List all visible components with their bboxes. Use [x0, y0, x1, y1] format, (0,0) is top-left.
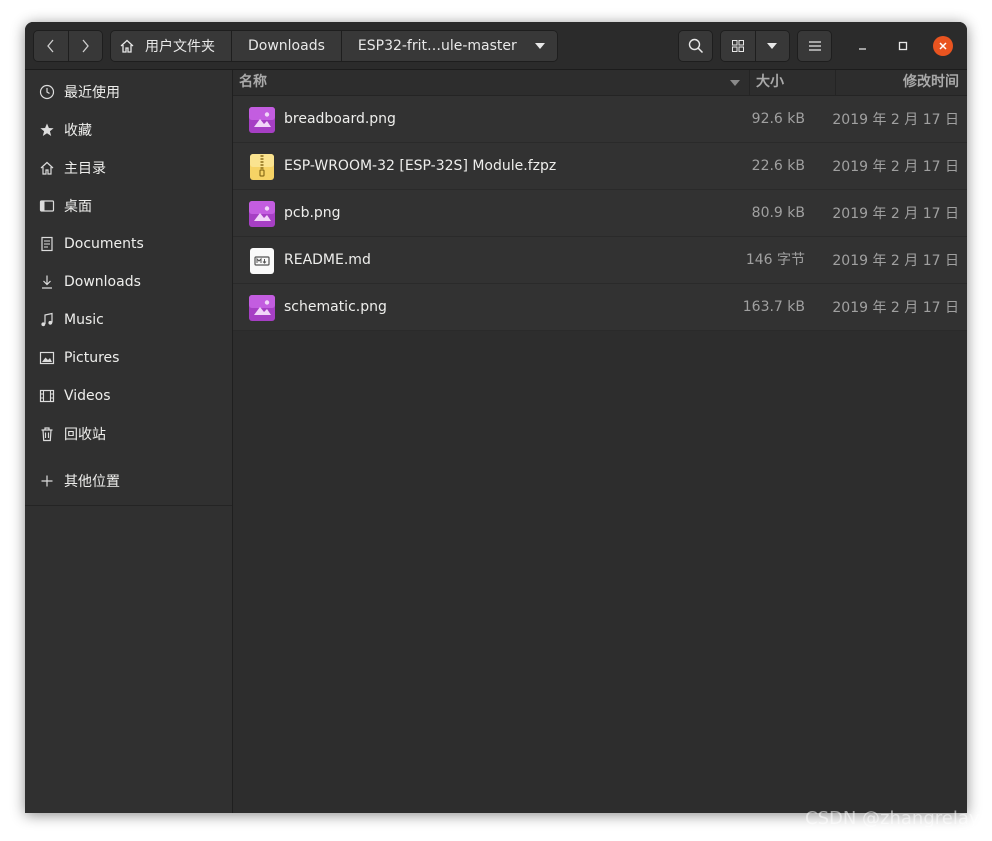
search-button[interactable]	[678, 30, 713, 62]
crumb-home-label: 用户文件夹	[145, 39, 215, 55]
grid-icon	[731, 40, 744, 52]
column-divider	[749, 70, 750, 95]
sidebar: 最近使用 收藏 主目录 桌面 Documents Downloads Music	[25, 70, 233, 813]
sidebar-item-pictures[interactable]: Pictures	[25, 339, 232, 377]
sidebar-divider	[25, 505, 232, 506]
file-modified: 2019 年 2 月 17 日	[832, 253, 959, 269]
file-name: README.md	[284, 252, 371, 268]
plus-icon	[39, 473, 55, 489]
crumb-current-folder[interactable]: ESP32-frit…ule-master	[340, 31, 557, 61]
star-icon	[39, 122, 55, 138]
file-name: pcb.png	[284, 205, 341, 221]
image-file-icon	[249, 295, 275, 321]
file-manager-window: 用户文件夹 Downloads ESP32-frit…ule-master 最近…	[25, 22, 967, 813]
crumb-current-label: ESP32-frit…ule-master	[357, 38, 517, 54]
image-file-icon	[249, 201, 275, 227]
file-modified: 2019 年 2 月 17 日	[832, 206, 959, 222]
markdown-file-icon	[250, 248, 274, 274]
navigation-buttons	[33, 30, 103, 62]
clock-icon	[39, 84, 55, 100]
file-modified: 2019 年 2 月 17 日	[832, 112, 959, 128]
sidebar-item-recent[interactable]: 最近使用	[25, 73, 232, 111]
download-icon	[39, 274, 55, 290]
crumb-home[interactable]: 用户文件夹	[111, 31, 231, 61]
column-header-size[interactable]: 大小	[756, 70, 784, 95]
sidebar-item-label: 主目录	[64, 161, 106, 177]
minimize-button[interactable]	[853, 36, 873, 56]
header-bar: 用户文件夹 Downloads ESP32-frit…ule-master	[25, 22, 967, 70]
column-header-modified[interactable]: 修改时间	[903, 70, 959, 95]
sidebar-item-label: Music	[64, 312, 104, 328]
home-icon	[120, 39, 134, 53]
file-size: 80.9 kB	[751, 205, 805, 221]
picture-icon	[39, 350, 55, 366]
video-icon	[39, 388, 55, 404]
crumb-downloads[interactable]: Downloads	[231, 31, 341, 61]
sidebar-item-label: 最近使用	[64, 85, 120, 101]
forward-button[interactable]	[67, 31, 102, 61]
home-icon	[39, 160, 55, 176]
desktop-icon	[39, 198, 55, 214]
sidebar-item-label: Pictures	[64, 350, 120, 366]
column-divider	[835, 70, 836, 95]
sidebar-item-label: Videos	[64, 388, 111, 404]
sidebar-item-videos[interactable]: Videos	[25, 377, 232, 415]
sidebar-item-label: 回收站	[64, 427, 106, 443]
file-size: 22.6 kB	[751, 158, 805, 174]
sidebar-item-label: 其他位置	[64, 474, 120, 490]
file-size: 146 字节	[745, 252, 805, 268]
file-size: 92.6 kB	[751, 111, 805, 127]
view-mode-buttons	[720, 30, 790, 62]
sidebar-item-trash[interactable]: 回收站	[25, 415, 232, 453]
file-modified: 2019 年 2 月 17 日	[832, 159, 959, 175]
chevron-left-icon	[46, 39, 54, 53]
file-row[interactable]: pcb.png 80.9 kB 2019 年 2 月 17 日	[233, 190, 967, 237]
maximize-icon	[898, 41, 908, 51]
sidebar-item-music[interactable]: Music	[25, 301, 232, 339]
chevron-right-icon	[82, 39, 90, 53]
file-list: 名称 大小 修改时间 breadboard.png 92.6 kB 2019 年…	[233, 70, 967, 813]
file-row[interactable]: breadboard.png 92.6 kB 2019 年 2 月 17 日	[233, 96, 967, 143]
minimize-icon	[859, 48, 866, 50]
main-menu-button[interactable]	[797, 30, 832, 62]
hamburger-menu-icon	[808, 41, 821, 51]
file-row[interactable]: schematic.png 163.7 kB 2019 年 2 月 17 日	[233, 284, 967, 331]
sidebar-item-label: 桌面	[64, 199, 92, 215]
file-modified: 2019 年 2 月 17 日	[832, 300, 959, 316]
back-button[interactable]	[34, 31, 68, 61]
view-options-button[interactable]	[754, 31, 789, 61]
sidebar-item-starred[interactable]: 收藏	[25, 111, 232, 149]
watermark-text: CSDN @zhangrelay	[805, 808, 980, 829]
sidebar-item-desktop[interactable]: 桌面	[25, 187, 232, 225]
sidebar-item-label: 收藏	[64, 123, 92, 139]
file-row[interactable]: ESP-WROOM-32 [ESP-32S] Module.fzpz 22.6 …	[233, 143, 967, 190]
archive-file-icon	[250, 154, 274, 180]
dropdown-arrow-icon	[767, 43, 778, 49]
column-headers: 名称 大小 修改时间	[233, 70, 967, 96]
file-name: schematic.png	[284, 299, 387, 315]
close-button[interactable]	[933, 36, 953, 56]
file-row[interactable]: README.md 146 字节 2019 年 2 月 17 日	[233, 237, 967, 284]
sidebar-item-downloads[interactable]: Downloads	[25, 263, 232, 301]
trash-icon	[39, 426, 55, 442]
file-size: 163.7 kB	[742, 299, 805, 315]
close-icon	[933, 36, 953, 56]
sidebar-item-other-locations[interactable]: 其他位置	[25, 462, 232, 500]
file-name: breadboard.png	[284, 111, 396, 127]
search-icon	[688, 38, 703, 54]
image-file-icon	[249, 107, 275, 133]
maximize-button[interactable]	[893, 36, 913, 56]
column-header-name[interactable]: 名称	[239, 70, 267, 95]
sidebar-item-label: Documents	[64, 236, 144, 252]
file-name: ESP-WROOM-32 [ESP-32S] Module.fzpz	[284, 158, 557, 174]
dropdown-arrow-icon	[534, 43, 545, 49]
sidebar-item-documents[interactable]: Documents	[25, 225, 232, 263]
document-icon	[39, 236, 55, 252]
sidebar-item-home[interactable]: 主目录	[25, 149, 232, 187]
path-bar: 用户文件夹 Downloads ESP32-frit…ule-master	[110, 30, 558, 62]
music-icon	[39, 312, 55, 328]
sidebar-item-label: Downloads	[64, 274, 141, 290]
grid-view-button[interactable]	[721, 31, 755, 61]
sort-arrow-icon	[730, 80, 740, 86]
